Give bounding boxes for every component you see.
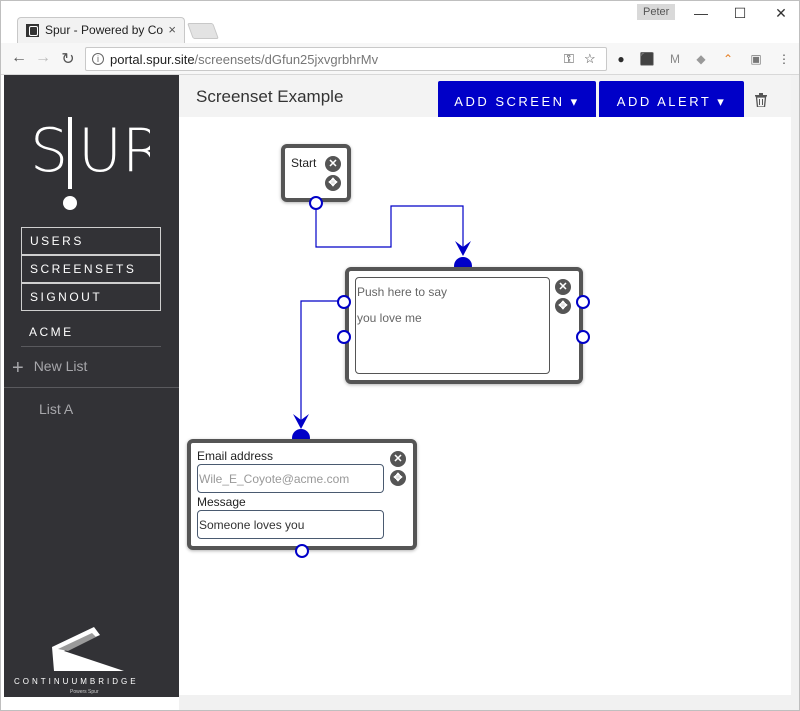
trash-icon[interactable] bbox=[755, 93, 767, 110]
vertical-scrollbar[interactable] bbox=[791, 75, 799, 710]
screenset-canvas[interactable]: Start ✕ ✥ Push here to say you love me ✕… bbox=[179, 117, 791, 695]
email-label: Email address bbox=[197, 449, 274, 463]
spur-logo[interactable]: S UR bbox=[30, 105, 164, 225]
bookmark-star-icon[interactable]: ☆ bbox=[584, 51, 596, 67]
dropbox-icon[interactable]: ◆ bbox=[693, 51, 709, 67]
trash-icon-graphic bbox=[755, 93, 767, 108]
email-field[interactable]: Wile_E_Coyote@acme.com bbox=[197, 464, 384, 493]
minimize-icon[interactable]: — bbox=[691, 5, 711, 21]
email-placeholder: Wile_E_Coyote@acme.com bbox=[199, 472, 350, 486]
continuumbridge-subtext: Powers Spur bbox=[70, 689, 99, 695]
add-alert-label: ADD ALERT bbox=[616, 94, 712, 109]
menu-icon[interactable]: ⋮ bbox=[776, 51, 792, 67]
output-port[interactable] bbox=[336, 329, 352, 345]
output-port[interactable] bbox=[308, 195, 324, 211]
continuumbridge-text: CONTINUUMBRIDGE bbox=[14, 677, 139, 686]
close-window-icon[interactable]: ✕ bbox=[771, 5, 791, 22]
address-bar[interactable]: i portal.spur.site/screensets/dGfun25jxv… bbox=[85, 47, 607, 71]
output-port[interactable] bbox=[575, 329, 591, 345]
reload-icon[interactable]: ↻ bbox=[58, 49, 78, 69]
text-node-line-1: Push here to say bbox=[357, 285, 448, 299]
favicon-icon bbox=[26, 24, 39, 37]
new-list-button[interactable]: + New List bbox=[12, 357, 87, 380]
url-path: /screensets/dGfun25jxvgrbhrMv bbox=[194, 52, 379, 67]
output-port[interactable] bbox=[294, 543, 310, 559]
plus-icon: + bbox=[12, 357, 24, 379]
start-node[interactable]: Start ✕ ✥ bbox=[281, 144, 351, 202]
nav-users[interactable]: USERS bbox=[21, 227, 161, 255]
tab-close-icon[interactable]: × bbox=[168, 22, 176, 37]
connectors-layer bbox=[293, 203, 471, 429]
page-title: Screenset Example bbox=[196, 87, 344, 106]
svg-text:UR: UR bbox=[78, 116, 150, 186]
start-node-label: Start bbox=[291, 156, 317, 170]
add-alert-button[interactable]: ADD ALERT ▾ bbox=[599, 81, 744, 122]
back-icon[interactable]: ← bbox=[9, 49, 29, 67]
browser-toolbar: ← → ↻ i portal.spur.site/screensets/dGfu… bbox=[1, 43, 799, 75]
org-name: ACME bbox=[29, 325, 74, 339]
forward-icon[interactable]: → bbox=[33, 49, 53, 67]
evernote-icon[interactable]: ● bbox=[613, 51, 629, 67]
svg-text:S: S bbox=[30, 116, 68, 186]
message-label: Message bbox=[197, 495, 246, 509]
text-node-body[interactable]: Push here to say you love me bbox=[355, 277, 550, 374]
connector-line bbox=[315, 203, 464, 251]
nav-signout[interactable]: SIGNOUT bbox=[21, 283, 161, 311]
browser-tab[interactable]: Spur - Powered by Conti × bbox=[17, 17, 185, 44]
pdf-icon[interactable]: ⬛ bbox=[639, 51, 655, 67]
add-screen-label: ADD SCREEN bbox=[454, 94, 565, 109]
tab-title: Spur - Powered by Conti bbox=[45, 23, 163, 37]
message-value: Someone loves you bbox=[199, 518, 305, 532]
close-icon[interactable]: ✕ bbox=[325, 156, 341, 172]
form-node[interactable]: Email address Wile_E_Coyote@acme.com Mes… bbox=[187, 439, 417, 550]
nav-screensets[interactable]: SCREENSETS bbox=[21, 255, 161, 283]
close-icon[interactable]: ✕ bbox=[555, 279, 571, 295]
continuumbridge-logo-graphic bbox=[52, 627, 124, 671]
maximize-icon[interactable]: ☐ bbox=[730, 5, 750, 22]
horizontal-scrollbar[interactable] bbox=[179, 695, 791, 710]
new-tab-button[interactable] bbox=[187, 23, 219, 39]
connector-line bbox=[300, 300, 344, 425]
divider bbox=[21, 346, 161, 347]
output-port[interactable] bbox=[336, 294, 352, 310]
url-host: portal.spur.site bbox=[110, 52, 195, 67]
move-icon[interactable]: ✥ bbox=[325, 175, 341, 191]
continuumbridge-logo bbox=[44, 627, 134, 682]
close-icon[interactable]: ✕ bbox=[390, 451, 406, 467]
move-icon[interactable]: ✥ bbox=[555, 298, 571, 314]
chevron-down-icon: ▾ bbox=[570, 94, 580, 109]
add-screen-button[interactable]: ADD SCREEN ▾ bbox=[438, 81, 596, 122]
new-list-label: New List bbox=[33, 358, 88, 374]
extension-icon[interactable]: ▣ bbox=[748, 51, 764, 67]
browser-window: Spur - Powered by Conti × Peter — ☐ ✕ ← … bbox=[0, 0, 800, 711]
list-item-list-a[interactable]: List A bbox=[39, 401, 73, 417]
profile-badge[interactable]: Peter bbox=[637, 4, 676, 20]
text-node[interactable]: Push here to say you love me ✕ ✥ bbox=[345, 267, 583, 384]
info-icon[interactable]: i bbox=[92, 53, 104, 65]
spur-logo-graphic: S UR bbox=[30, 116, 164, 210]
sidebar: S UR USERS SCREENSETS SIGNOUT ACME + New … bbox=[4, 75, 179, 697]
analytics-icon[interactable]: ⌃ bbox=[720, 51, 736, 67]
url-text: portal.spur.site/screensets/dGfun25jxvgr… bbox=[110, 52, 378, 67]
move-icon[interactable]: ✥ bbox=[390, 470, 406, 486]
output-port[interactable] bbox=[575, 294, 591, 310]
title-bar: Spur - Powered by Conti × Peter — ☐ ✕ bbox=[1, 1, 799, 44]
gmail-icon[interactable]: M bbox=[667, 51, 683, 67]
key-icon[interactable]: ⚿ bbox=[564, 51, 574, 67]
page-header: Screenset Example ADD SCREEN ▾ ADD ALERT… bbox=[179, 75, 799, 122]
divider bbox=[4, 387, 179, 388]
message-field[interactable]: Someone loves you bbox=[197, 510, 384, 539]
text-node-line-2: you love me bbox=[357, 311, 422, 325]
chevron-down-icon: ▾ bbox=[717, 94, 727, 109]
